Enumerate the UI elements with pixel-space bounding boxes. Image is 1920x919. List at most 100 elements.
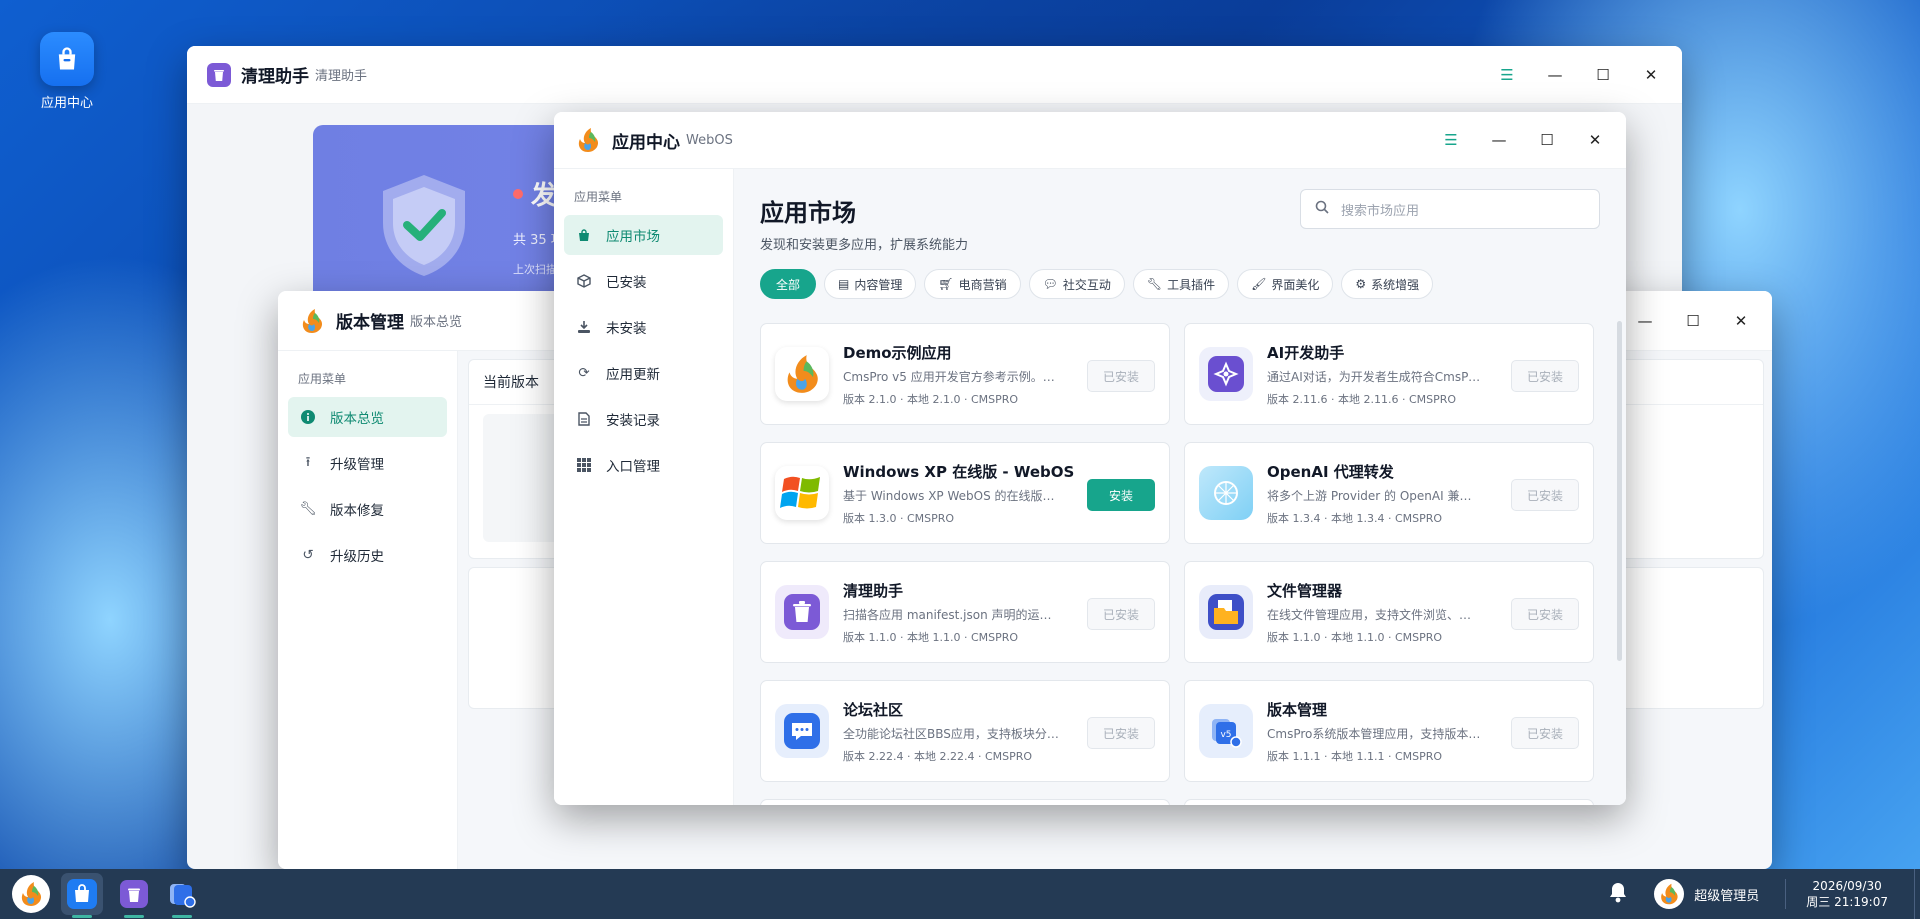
trash-logo-icon [775,585,829,639]
scrollbar[interactable] [1617,321,1622,661]
document-icon: ▤ [838,277,850,291]
filter-label: 界面美化 [1271,277,1320,292]
category-filters: 全部 ▤ 内容管理 🛒︎ 电商营销 💬︎ 社交互动 🔧︎ 工具插件 🖌︎ 界面美化 ⚙ 系统… [760,269,1434,299]
app-description: 将多个上游 Provider 的 OpenAI 兼容 A... [1267,488,1483,503]
filter-label: 系统增强 [1371,277,1420,292]
app-card[interactable]: 清理助手 扫描各应用 manifest.json 声明的运行时... 版本 1.… [760,561,1170,663]
menu-toggle-icon[interactable]: ☰ [1496,64,1518,86]
folder-logo-icon [1199,585,1253,639]
filter-chip-ecommerce[interactable]: 🛒︎ 电商营销 [924,269,1021,299]
filter-chip-system[interactable]: ⚙ 系统增强 [1341,269,1434,299]
sidebar-item-label: 升级管理 [330,457,384,473]
app-card[interactable]: Demo示例应用 CmsPro v5 应用开发官方参考示例。覆... 版本 2.… [760,323,1170,425]
app-card[interactable]: Windows XP 在线版 - WebOS 基于 Windows XP Web… [760,442,1170,544]
sidebar-item-install-log[interactable]: 安装记录 [564,399,723,439]
app-card[interactable]: v5 版本管理 CmsPro系统版本管理应用，支持版本检... 版本 1.1.1… [1184,680,1594,782]
app-name: OpenAI 代理转发 [1267,462,1394,481]
app-name: Windows XP 在线版 - WebOS [843,462,1075,481]
menu-toggle-icon[interactable]: ☰ [1440,129,1462,151]
system-tray: 超级管理员 2026/09/30 周三 21:19:07 [1608,869,1920,919]
start-button[interactable] [10,873,52,915]
sidebar-item-installed[interactable]: 已安装 [564,261,723,301]
bag-icon [576,227,592,243]
app-card[interactable]: 文件管理器 在线文件管理应用，支持文件浏览、编辑... 版本 1.1.0 · 本… [1184,561,1594,663]
desktop-icon-app-center[interactable]: 应用中心 [34,32,100,111]
minimize-button[interactable]: — [1488,129,1510,151]
taskbar-version-manager[interactable] [161,873,203,918]
filter-chip-theme[interactable]: 🖌︎ 界面美化 [1237,269,1334,299]
active-indicator [124,915,144,918]
sidebar-item-upgrade[interactable]: ⭱ 升级管理 [288,443,447,483]
brush-icon: 🖌︎ [1251,277,1267,291]
maximize-button[interactable]: ☐ [1592,64,1614,86]
filter-chip-all[interactable]: 全部 [760,269,817,299]
filter-chip-social[interactable]: 💬︎ 社交互动 [1028,269,1125,299]
installed-button[interactable]: 已安装 [1511,717,1579,749]
installed-button[interactable]: 已安装 [1511,479,1579,511]
sidebar-item-entry-manage[interactable]: 入口管理 [564,445,723,485]
sidebar-item-label: 未安装 [606,321,647,337]
installed-button[interactable]: 已安装 [1511,360,1579,392]
filter-chip-tools[interactable]: 🔧︎ 工具插件 [1132,269,1230,299]
user-name: 超级管理员 [1694,888,1760,904]
close-button[interactable]: ✕ [1730,310,1752,332]
cleaner-titlebar[interactable]: 清理助手 清理助手 ☰ — ☐ ✕ [187,46,1682,104]
minimize-button[interactable]: — [1634,310,1656,332]
search-icon [1315,200,1329,218]
app-card[interactable] [1184,799,1594,805]
app-name: 清理助手 [843,581,904,600]
document-icon [576,411,592,427]
app-version: 版本 2.22.4 · 本地 2.22.4 · CMSPRO [843,749,1033,763]
sidebar-item-market[interactable]: 应用市场 [564,215,723,255]
window-title: 版本管理 [336,313,404,333]
app-card[interactable] [760,799,1170,805]
app-card[interactable]: OpenAI 代理转发 将多个上游 Provider 的 OpenAI 兼容 A… [1184,442,1594,544]
tray-divider [1785,879,1787,909]
active-indicator [172,915,192,918]
install-button[interactable]: 安装 [1087,479,1155,511]
sidebar-item-history[interactable]: ↺ 升级历史 [288,535,447,575]
sidebar-item-updates[interactable]: ⟳ 应用更新 [564,353,723,393]
sidebar-item-not-installed[interactable]: 未安装 [564,307,723,347]
show-desktop-button[interactable] [1914,869,1920,919]
app-description: 扫描各应用 manifest.json 声明的运行时... [843,607,1059,622]
user-menu[interactable]: 超级管理员 [1654,879,1759,909]
installed-button[interactable]: 已安装 [1511,598,1579,630]
clock[interactable]: 2026/09/30 周三 21:19:07 [1806,878,1888,910]
app-description: 基于 Windows XP WebOS 的在线版应... [843,488,1059,503]
flame-leaf-icon [298,307,326,335]
sidebar-item-repair[interactable]: 🔧︎ 版本修复 [288,489,447,529]
search-placeholder: 搜索市场应用 [1341,203,1420,219]
ai-logo-icon [1199,347,1253,401]
search-input[interactable]: 搜索市场应用 [1300,189,1600,229]
bell-icon[interactable] [1608,881,1628,908]
installed-button[interactable]: 已安装 [1087,717,1155,749]
grid-icon [576,457,592,473]
banner-last-scan: 上次扫描 [513,263,557,276]
cogs-icon: ⚙ [1355,277,1367,291]
close-button[interactable]: ✕ [1640,64,1662,86]
sidebar-item-label: 入口管理 [606,459,660,475]
app-version: 版本 1.1.1 · 本地 1.1.1 · CMSPRO [1267,749,1443,763]
minimize-button[interactable]: — [1544,64,1566,86]
taskbar-app-center[interactable] [61,873,103,918]
app-version: 版本 1.3.4 · 本地 1.3.4 · CMSPRO [1267,511,1443,525]
installed-button[interactable]: 已安装 [1087,598,1155,630]
menu-caption: 应用菜单 [298,372,347,386]
app-description: 全功能论坛社区BBS应用，支持板块分类... [843,726,1059,741]
app-card[interactable]: AI开发助手 通过AI对话，为开发者生成符合CmsPro... 版本 2.11.… [1184,323,1594,425]
box-icon [576,273,592,289]
close-button[interactable]: ✕ [1584,129,1606,151]
avatar [1654,879,1685,909]
installed-button[interactable]: 已安装 [1087,360,1155,392]
clock-date: 2026/09/30 [1812,879,1882,893]
app-name: 版本管理 [1267,700,1328,719]
sidebar-item-overview[interactable]: 版本总览 [288,397,447,437]
taskbar-cleaner[interactable] [113,873,155,918]
app-description: CmsPro v5 应用开发官方参考示例。覆... [843,369,1059,384]
app-center-titlebar[interactable]: 应用中心 WebOS ☰ — ☐ ✕ [554,112,1626,169]
filter-chip-content[interactable]: ▤ 内容管理 [824,269,917,299]
maximize-button[interactable]: ☐ [1536,129,1558,151]
maximize-button[interactable]: ☐ [1682,310,1704,332]
app-card[interactable]: 论坛社区 全功能论坛社区BBS应用，支持板块分类... 版本 2.22.4 · … [760,680,1170,782]
